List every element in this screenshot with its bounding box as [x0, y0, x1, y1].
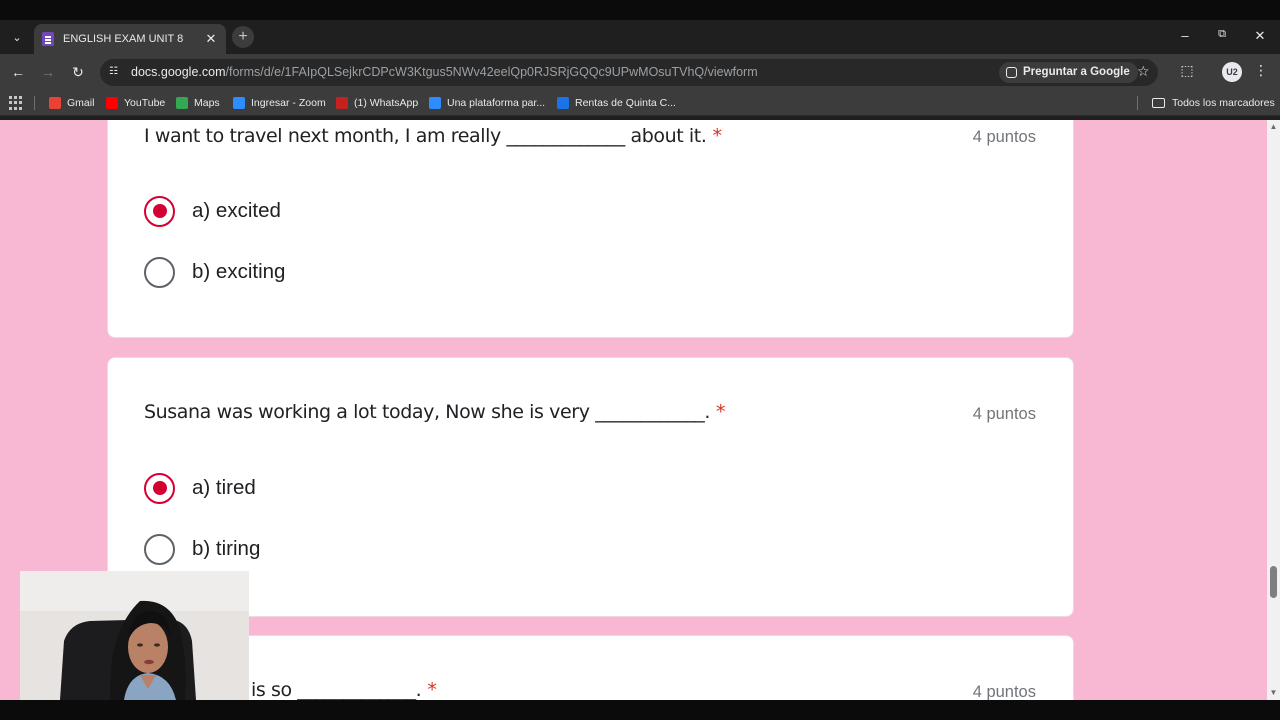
google-forms-icon	[42, 32, 54, 46]
question-points: 4 puntos	[972, 128, 1036, 146]
screen-bottom-strip	[0, 700, 1280, 720]
page-scrollbar[interactable]: ▲ ▼	[1267, 120, 1280, 700]
radio-button[interactable]	[144, 533, 175, 565]
option-excited[interactable]: a) excited	[144, 195, 281, 227]
ask-google-button[interactable]: Preguntar a Google	[999, 62, 1138, 83]
browser-toolbar: ← → ↻ ☷ docs.google.com/forms/d/e/1FAIpQ…	[0, 54, 1280, 90]
maps-icon	[176, 97, 188, 109]
question-points: 4 puntos	[972, 683, 1036, 700]
question-card: I want to travel next month, I am really…	[107, 120, 1074, 338]
webcam-overlay	[20, 571, 249, 700]
youtube-icon	[106, 97, 118, 109]
required-asterisk: *	[716, 401, 726, 423]
bookmark-platform[interactable]: Una plataforma par...	[429, 95, 545, 111]
gmail-icon	[49, 97, 61, 109]
rentas-icon	[557, 97, 569, 109]
url-text[interactable]: docs.google.com/forms/d/e/1FAIpQLSejkrCD…	[131, 65, 758, 79]
question-points: 4 puntos	[972, 405, 1036, 423]
whatsapp-icon	[336, 97, 348, 109]
radio-button[interactable]	[144, 256, 175, 288]
back-arrow-icon[interactable]: ←	[8, 62, 28, 82]
screen-top-strip	[0, 0, 1280, 20]
option-tiring[interactable]: b) tiring	[144, 533, 260, 565]
presenter-video-image	[20, 571, 249, 700]
site-info-icon[interactable]: ☷	[109, 66, 121, 78]
close-window-icon[interactable]: ✕	[1250, 28, 1270, 44]
tab-active[interactable]: ENGLISH EXAM UNIT 8 ✕	[34, 24, 226, 54]
scroll-up-arrow-icon[interactable]: ▲	[1269, 122, 1278, 131]
more-menu-icon[interactable]: ⋮	[1254, 62, 1268, 79]
address-bar[interactable]: ☷ docs.google.com/forms/d/e/1FAIpQLSejkr…	[100, 59, 1158, 86]
zoom-icon	[429, 97, 441, 109]
question-title: I want to travel next month, I am really…	[144, 125, 722, 147]
question-title: is so _____________. *	[251, 679, 437, 700]
radio-button-checked[interactable]	[144, 472, 175, 504]
question-title: Susana was working a lot today, Now she …	[144, 401, 726, 423]
option-label: a) excited	[192, 199, 281, 222]
option-label: b) tiring	[192, 537, 261, 560]
tab-bar: ⌄ ENGLISH EXAM UNIT 8 ✕ + – ⧉ ✕	[0, 20, 1280, 54]
bookmark-star-icon[interactable]: ☆	[1137, 63, 1150, 80]
bookmarks-divider-right	[1137, 96, 1138, 110]
bookmark-youtube[interactable]: YouTube	[106, 95, 165, 111]
tab-search-chevron-icon[interactable]: ⌄	[6, 26, 28, 48]
tab-close-icon[interactable]: ✕	[204, 31, 218, 47]
zoom-icon	[233, 97, 245, 109]
scrollbar-thumb[interactable]	[1270, 566, 1277, 598]
bookmark-rentas[interactable]: Rentas de Quinta C...	[557, 95, 676, 111]
minimize-icon[interactable]: –	[1175, 28, 1195, 43]
option-label: b) exciting	[192, 260, 286, 283]
bookmarks-divider	[34, 96, 35, 110]
option-label: a) tired	[192, 476, 256, 499]
option-exciting[interactable]: b) exciting	[144, 256, 285, 288]
bookmarks-bar: Gmail YouTube Maps Ingresar - Zoom (1) W…	[0, 90, 1280, 116]
google-lens-icon	[1006, 67, 1017, 78]
scroll-down-arrow-icon[interactable]: ▼	[1269, 688, 1278, 697]
folder-icon	[1152, 98, 1165, 108]
question-card: is so _____________. * 4 puntos	[107, 635, 1074, 700]
required-asterisk: *	[427, 679, 437, 700]
new-tab-button[interactable]: +	[232, 26, 254, 48]
bookmark-maps[interactable]: Maps	[176, 95, 220, 111]
all-bookmarks-button[interactable]: Todos los marcadores	[1152, 95, 1275, 111]
restore-icon[interactable]: ⧉	[1212, 28, 1232, 41]
bookmark-whatsapp[interactable]: (1) WhatsApp	[336, 95, 418, 111]
profile-avatar[interactable]: U2	[1222, 62, 1242, 82]
option-tired[interactable]: a) tired	[144, 472, 256, 504]
tab-title: ENGLISH EXAM UNIT 8	[63, 33, 184, 45]
radio-button-checked[interactable]	[144, 195, 175, 227]
question-card: Susana was working a lot today, Now she …	[107, 357, 1074, 617]
required-asterisk: *	[712, 125, 722, 147]
forward-arrow-icon[interactable]: →	[38, 62, 58, 82]
extensions-icon[interactable]: ⬚	[1178, 62, 1196, 80]
bookmark-zoom[interactable]: Ingresar - Zoom	[233, 95, 326, 111]
reload-icon[interactable]: ↻	[68, 62, 88, 82]
apps-grid-icon[interactable]	[9, 96, 23, 110]
bookmark-gmail[interactable]: Gmail	[49, 95, 94, 111]
